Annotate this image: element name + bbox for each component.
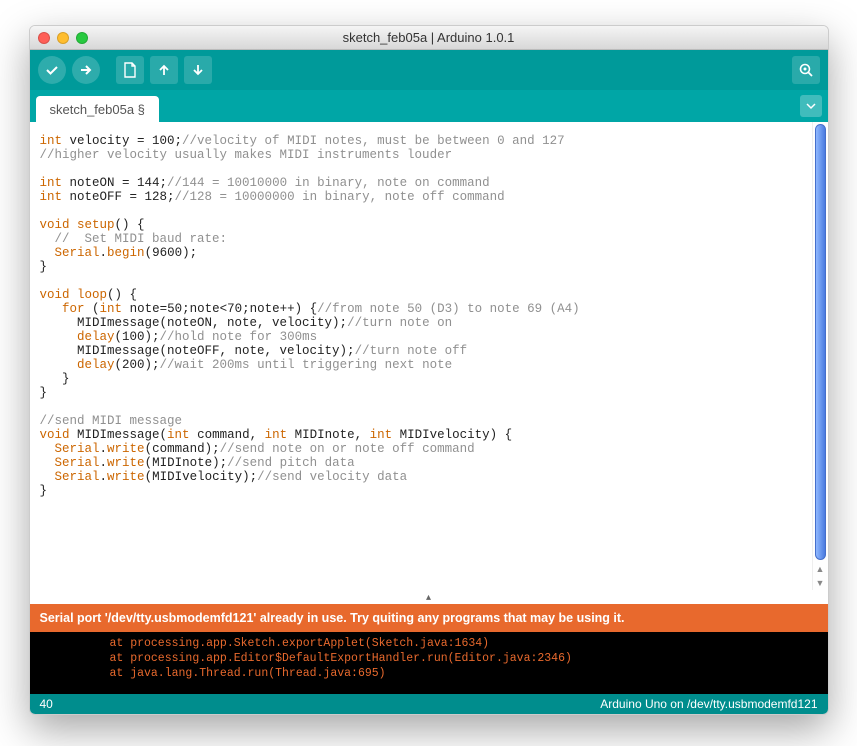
arrow-up-icon	[157, 63, 171, 77]
traffic-lights	[38, 32, 88, 44]
error-message: Serial port '/dev/tty.usbmodemfd121' alr…	[40, 611, 625, 625]
minimize-window-button[interactable]	[57, 32, 69, 44]
verify-button[interactable]	[38, 56, 66, 84]
console-line: at processing.app.Editor$DefaultExportHa…	[110, 651, 818, 666]
arrow-down-icon	[191, 63, 205, 77]
editor-area: int velocity = 100;//velocity of MIDI no…	[30, 122, 828, 590]
serial-monitor-icon	[798, 62, 814, 78]
tab-bar: sketch_feb05a §	[30, 90, 828, 122]
toolbar	[30, 50, 828, 90]
close-window-button[interactable]	[38, 32, 50, 44]
status-error-bar: Serial port '/dev/tty.usbmodemfd121' alr…	[30, 604, 828, 632]
arduino-window: sketch_feb05a | Arduino 1.0.1	[29, 25, 829, 715]
console-line: at java.lang.Thread.run(Thread.java:695)	[110, 666, 818, 681]
tab-menu-button[interactable]	[800, 95, 822, 117]
scroll-thumb[interactable]	[815, 124, 826, 560]
vertical-scrollbar[interactable]: ▲ ▼	[812, 122, 828, 590]
check-icon	[44, 62, 60, 78]
scroll-up-arrow[interactable]: ▲	[816, 562, 825, 576]
console-line: at processing.app.Sketch.exportApplet(Sk…	[110, 636, 818, 651]
titlebar: sketch_feb05a | Arduino 1.0.1	[30, 26, 828, 50]
save-sketch-button[interactable]	[184, 56, 212, 84]
file-icon	[123, 62, 137, 78]
upload-button[interactable]	[72, 56, 100, 84]
zoom-window-button[interactable]	[76, 32, 88, 44]
window-title: sketch_feb05a | Arduino 1.0.1	[30, 30, 828, 45]
code-editor[interactable]: int velocity = 100;//velocity of MIDI no…	[30, 122, 812, 590]
arrow-right-icon	[78, 62, 94, 78]
open-sketch-button[interactable]	[150, 56, 178, 84]
console-output[interactable]: at processing.app.Sketch.exportApplet(Sk…	[30, 632, 828, 694]
chevron-down-icon	[806, 101, 816, 111]
board-port-indicator: Arduino Uno on /dev/tty.usbmodemfd121	[600, 697, 817, 711]
new-sketch-button[interactable]	[116, 56, 144, 84]
sketch-tab[interactable]: sketch_feb05a §	[36, 96, 159, 122]
line-number-indicator: 40	[40, 697, 53, 711]
serial-monitor-button[interactable]	[792, 56, 820, 84]
sketch-tab-label: sketch_feb05a §	[50, 102, 145, 117]
scroll-down-arrow[interactable]: ▼	[816, 576, 825, 590]
footer-bar: 40 Arduino Uno on /dev/tty.usbmodemfd121	[30, 694, 828, 714]
console-resize-handle[interactable]: ▴	[30, 590, 828, 604]
